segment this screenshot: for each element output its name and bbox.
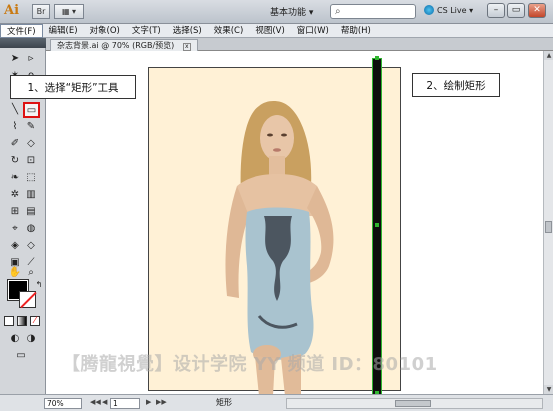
previous-artboard-icon[interactable]: ◀	[102, 398, 107, 406]
gradient-icon[interactable]: ▤	[24, 205, 38, 218]
drawn-rectangle[interactable]	[372, 56, 382, 395]
eyedropper-icon[interactable]: ⌖	[8, 222, 22, 235]
canvas-area[interactable]: 1、选择“矩形”工具 2、绘制矩形 【腾龍視覺】设计学院 YY 频道 ID：80…	[10, 51, 543, 396]
pencil-icon[interactable]: ✎	[24, 120, 38, 133]
vertical-scroll-thumb[interactable]	[545, 221, 552, 233]
free-transform-icon[interactable]: ⬚	[24, 171, 38, 184]
screen-mode-icon[interactable]: ▭	[14, 349, 28, 362]
last-artboard-icon[interactable]: ▶▶	[156, 398, 167, 406]
vertical-scrollbar[interactable]: ▲ ▼	[543, 51, 553, 394]
draw-normal-icon[interactable]: ◐	[8, 332, 22, 345]
warp-icon[interactable]: ❧	[8, 171, 22, 184]
restore-button[interactable]: ▭	[507, 3, 525, 18]
blend-icon[interactable]: ◍	[24, 222, 38, 235]
hand-icon[interactable]: ✋	[8, 266, 22, 279]
first-artboard-icon[interactable]: ◀◀	[90, 398, 101, 406]
illustrator-window: Ai Br ▦ ▾ 基本功能 ▾ ⌕ CS Live ▾ – ▭ ✕ 文件(F)…	[0, 0, 553, 411]
document-tab-bar: 杂志背景.ai @ 70% (RGB/预览) x	[46, 38, 553, 51]
paintbrush-icon[interactable]: ⌇	[8, 120, 22, 133]
menu-effect[interactable]: 效果(C)	[208, 24, 250, 38]
menu-type[interactable]: 文字(T)	[126, 24, 167, 38]
artboard-number-field[interactable]: 1	[110, 398, 140, 409]
selection-handle[interactable]	[375, 223, 379, 227]
rotate-icon[interactable]: ↻	[8, 154, 22, 167]
stroke-color-swatch[interactable]	[19, 291, 36, 308]
search-field[interactable]: ⌕	[330, 4, 416, 19]
status-bar: 70% ◀◀ ◀ 1 ▶ ▶▶ 矩形	[0, 394, 553, 411]
close-window-button[interactable]: ✕	[528, 3, 546, 18]
cs-live-icon	[424, 5, 434, 15]
bridge-button[interactable]: Br	[32, 4, 50, 19]
cs-live-menu[interactable]: CS Live ▾	[424, 5, 473, 15]
search-icon: ⌕	[335, 6, 341, 17]
menu-select[interactable]: 选择(S)	[167, 24, 208, 38]
direct-selection-icon[interactable]: ▹	[24, 52, 38, 65]
gradient-mode-icon[interactable]	[17, 316, 27, 326]
title-bar: Ai Br ▦ ▾ 基本功能 ▾ ⌕ CS Live ▾ – ▭ ✕	[0, 0, 553, 24]
tools-panel-header[interactable]	[0, 38, 46, 48]
menu-bar: 文件(F) 编辑(E) 对象(O) 文字(T) 选择(S) 效果(C) 视图(V…	[0, 24, 553, 38]
document-tab[interactable]: 杂志背景.ai @ 70% (RGB/预览) x	[50, 39, 198, 51]
eraser-icon[interactable]: ◇	[24, 137, 38, 150]
close-tab-icon[interactable]: x	[182, 43, 191, 51]
selection-handle[interactable]	[375, 56, 379, 60]
minimize-button[interactable]: –	[487, 3, 505, 18]
swap-colors-icon[interactable]: ↰	[32, 278, 46, 291]
next-artboard-icon[interactable]: ▶	[146, 398, 151, 406]
artboard[interactable]	[148, 67, 401, 396]
blob-brush-icon[interactable]: ✐	[8, 137, 22, 150]
zoom-field[interactable]: 70%	[44, 398, 82, 409]
current-tool-label: 矩形	[216, 398, 232, 407]
menu-edit[interactable]: 编辑(E)	[43, 24, 84, 38]
horizontal-scrollbar[interactable]	[286, 398, 543, 409]
rectangle-icon[interactable]: ▭	[23, 102, 40, 118]
scroll-down-icon[interactable]: ▼	[544, 385, 553, 394]
mesh-icon[interactable]: ⊞	[8, 205, 22, 218]
workspace-switcher[interactable]: 基本功能 ▾	[270, 5, 313, 18]
menu-view[interactable]: 视图(V)	[249, 24, 290, 38]
live-paint-icon[interactable]: ◈	[8, 239, 22, 252]
horizontal-scroll-thumb[interactable]	[395, 400, 431, 407]
menu-file[interactable]: 文件(F)	[0, 24, 43, 38]
menu-object[interactable]: 对象(O)	[84, 24, 126, 38]
draw-behind-icon[interactable]: ◑	[24, 332, 38, 345]
callout-select-rectangle-tool: 1、选择“矩形”工具	[10, 75, 136, 99]
selection-icon[interactable]: ➤	[8, 52, 22, 65]
symbol-sprayer-icon[interactable]: ✲	[8, 188, 22, 201]
menu-help[interactable]: 帮助(H)	[335, 24, 377, 38]
color-mode-icon[interactable]	[4, 316, 14, 326]
watermark-text: 【腾龍視覺】设计学院 YY 频道 ID：80101	[62, 354, 438, 375]
illustrator-logo: Ai	[4, 3, 20, 18]
scroll-up-icon[interactable]: ▲	[544, 51, 553, 60]
arrange-documents-button[interactable]: ▦ ▾	[54, 4, 84, 19]
live-paint-selection-icon[interactable]: ◇	[24, 239, 38, 252]
scale-icon[interactable]: ⊡	[24, 154, 38, 167]
menu-window[interactable]: 窗口(W)	[291, 24, 335, 38]
callout-draw-rectangle: 2、绘制矩形	[412, 73, 500, 97]
column-graph-icon[interactable]: ▥	[24, 188, 38, 201]
line-icon[interactable]: ╲	[8, 103, 22, 116]
none-mode-icon[interactable]: ⁄	[30, 316, 40, 326]
